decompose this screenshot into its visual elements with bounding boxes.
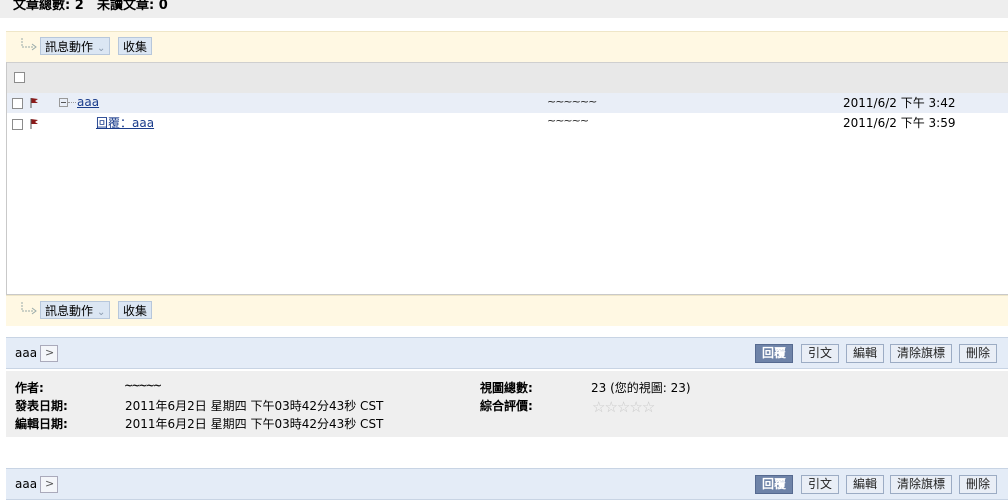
edited-label: 編輯日期: [15, 417, 68, 431]
collect-button[interactable]: 收集 [118, 301, 153, 319]
message-title: aaa [15, 346, 38, 360]
clear-flag-button[interactable]: 清除旗標 [890, 475, 953, 494]
tree-connector [68, 102, 76, 103]
message-details: 作者: ~~~~~ 發表日期: 2011年6月2日 星期四 下午03時42分43… [6, 371, 1008, 437]
top-toolbar: 訊息動作 ⌄ 收集 [6, 31, 1008, 62]
message-subject[interactable]: aaa [77, 95, 99, 109]
flag-icon[interactable] [29, 97, 39, 109]
star-icon[interactable]: ☆ [629, 398, 642, 416]
double-chevron-down-icon: ⌄ [97, 43, 106, 54]
collect-button[interactable]: 收集 [118, 37, 153, 55]
star-icon[interactable]: ☆ [592, 398, 605, 416]
elbow-arrow-icon [21, 302, 37, 315]
rating-label: 綜合評價: [480, 399, 533, 413]
delete-button[interactable]: 刪除 [959, 344, 998, 363]
flag-icon[interactable] [29, 118, 39, 130]
message-date: 2011/6/2 下午 3:42 [843, 96, 956, 110]
chevron-right-icon: > [45, 346, 55, 359]
list-header [7, 62, 1008, 94]
stats-bar: 文章總數: 2 未讀文章: 0 [0, 0, 1008, 18]
bottom-toolbar: 訊息動作 ⌄ 收集 [6, 295, 1008, 326]
message-footer-bar: aaa > 回覆 引文 編輯 清除旗標 刪除 [6, 468, 1008, 500]
message-actions-label: 訊息動作 [45, 40, 94, 54]
reply-button[interactable]: 回覆 [755, 344, 794, 363]
star-icon[interactable]: ☆ [604, 398, 617, 416]
message-title: aaa [15, 477, 38, 491]
edited-value: 2011年6月2日 星期四 下午03時42分43秒 CST [125, 417, 384, 431]
views-label: 視圖總數: [480, 381, 533, 395]
select-all-checkbox[interactable] [14, 72, 25, 83]
list-item[interactable]: 回覆：aaa ~~~~~ 2011/6/2 下午 3:59 [7, 114, 1008, 134]
views-value: 23 (您的視圖: 23) [591, 381, 691, 395]
chevron-right-icon: > [45, 477, 55, 490]
unread-posts: 未讀文章: 0 [97, 0, 168, 13]
quote-button[interactable]: 引文 [801, 344, 840, 363]
row-checkbox[interactable] [12, 98, 23, 109]
star-icon[interactable]: ☆ [642, 398, 655, 416]
next-message-button[interactable]: > [40, 345, 58, 362]
list-item[interactable]: aaa ~~~~~~ 2011/6/2 下午 3:42 [7, 93, 1008, 113]
delete-button[interactable]: 刪除 [959, 475, 998, 494]
message-author: ~~~~~ [547, 114, 589, 127]
clear-flag-button[interactable]: 清除旗標 [890, 344, 953, 363]
message-header-bar: aaa > 回覆 引文 編輯 清除旗標 刪除 [6, 337, 1008, 369]
star-icon[interactable]: ☆ [617, 398, 630, 416]
author-value: ~~~~~ [124, 379, 162, 392]
total-posts: 文章總數: 2 [13, 0, 84, 13]
posted-value: 2011年6月2日 星期四 下午03時42分43秒 CST [125, 399, 384, 413]
double-chevron-down-icon: ⌄ [97, 307, 106, 318]
quote-button[interactable]: 引文 [801, 475, 840, 494]
posted-label: 發表日期: [15, 399, 68, 413]
message-actions-button[interactable]: 訊息動作 ⌄ [40, 37, 111, 55]
next-message-button[interactable]: > [40, 476, 58, 493]
elbow-arrow-icon [21, 38, 37, 51]
reply-button[interactable]: 回覆 [755, 475, 794, 494]
message-actions-label: 訊息動作 [45, 304, 94, 318]
message-author: ~~~~~~ [547, 95, 597, 108]
edit-button[interactable]: 編輯 [846, 475, 885, 494]
message-list: aaa ~~~~~~ 2011/6/2 下午 3:42 回覆：aaa ~~~~~… [6, 62, 1008, 295]
message-actions-button[interactable]: 訊息動作 ⌄ [40, 301, 111, 319]
author-label: 作者: [15, 381, 44, 395]
edit-button[interactable]: 編輯 [846, 344, 885, 363]
tree-collapse-icon[interactable] [59, 98, 68, 107]
message-subject[interactable]: 回覆：aaa [96, 114, 154, 131]
rating-stars[interactable]: ☆☆☆☆☆ [592, 398, 655, 416]
message-date: 2011/6/2 下午 3:59 [843, 116, 956, 130]
row-checkbox[interactable] [12, 119, 23, 130]
